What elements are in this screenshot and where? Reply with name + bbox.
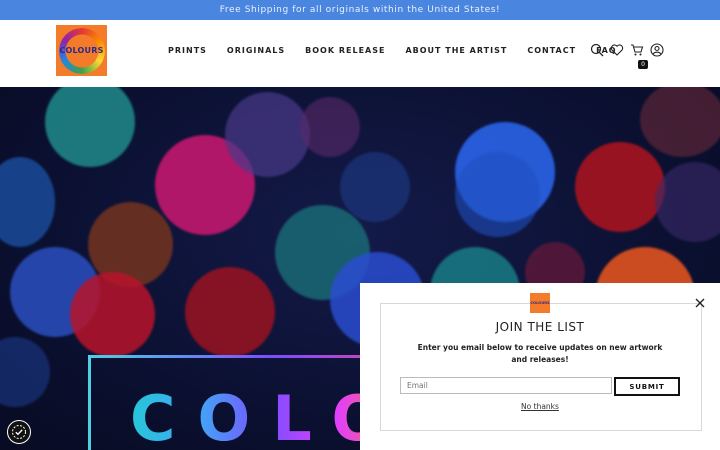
bokeh-light: [0, 337, 50, 407]
bokeh-light: [655, 162, 720, 242]
search-icon[interactable]: [590, 43, 604, 57]
popup-logo-text: COLOURS: [530, 301, 550, 305]
bokeh-light: [0, 157, 55, 247]
site-logo[interactable]: COLOURS: [56, 25, 107, 76]
bokeh-light: [640, 87, 720, 157]
bokeh-light: [225, 92, 310, 177]
nav-item-prints[interactable]: PRINTS: [168, 46, 207, 55]
popup-title: JOIN THE LIST: [495, 320, 585, 334]
cart-count-badge: 0: [638, 60, 648, 69]
popup-subtitle: Enter you email below to receive updates…: [417, 343, 663, 364]
bokeh-light: [340, 152, 410, 222]
nav-item-originals[interactable]: ORIGINALS: [227, 46, 285, 55]
announcement-text: Free Shipping for all originals within t…: [219, 5, 501, 15]
site-header: COLOURS PRINTS ORIGINALS BOOK RELEASE AB…: [0, 20, 720, 87]
nav-item-book-release[interactable]: BOOK RELEASE: [305, 46, 385, 55]
bokeh-light: [300, 97, 360, 157]
accessibility-icon: [12, 425, 26, 439]
nav-item-contact[interactable]: CONTACT: [527, 46, 576, 55]
accessibility-widget-button[interactable]: [7, 420, 31, 444]
main-nav: PRINTS ORIGINALS BOOK RELEASE ABOUT THE …: [168, 46, 637, 55]
nav-item-about-the-artist[interactable]: ABOUT THE ARTIST: [405, 46, 507, 55]
account-icon[interactable]: [650, 43, 664, 57]
logo-text: COLOURS: [59, 46, 104, 55]
email-field[interactable]: [400, 377, 612, 394]
cart-icon[interactable]: [630, 43, 644, 57]
bokeh-light: [575, 142, 665, 232]
popup-logo: COLOURS: [530, 293, 550, 313]
bokeh-light: [185, 267, 275, 357]
heart-icon[interactable]: [610, 43, 624, 57]
close-icon[interactable]: [694, 297, 706, 309]
announcement-bar: Free Shipping for all originals within t…: [0, 0, 720, 20]
bokeh-light: [70, 272, 155, 357]
no-thanks-link[interactable]: No thanks: [360, 402, 720, 411]
bokeh-light: [45, 87, 135, 167]
submit-button[interactable]: SUBMIT: [614, 377, 680, 396]
bokeh-light: [455, 152, 540, 237]
